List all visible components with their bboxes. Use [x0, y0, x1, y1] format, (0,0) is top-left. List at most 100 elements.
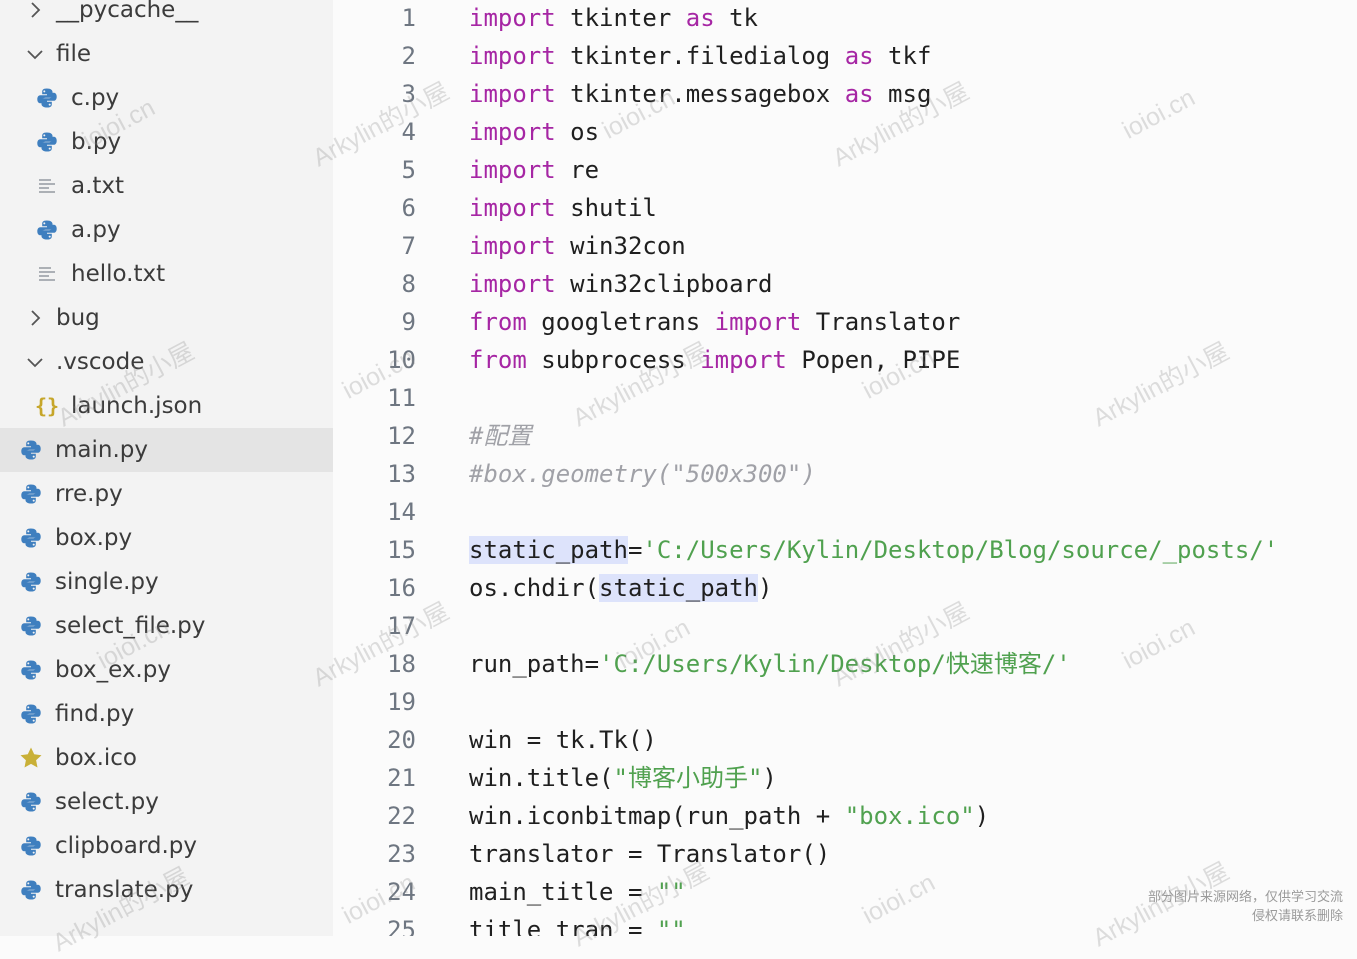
code-token: shutil: [555, 194, 657, 222]
code-token: import: [469, 156, 556, 184]
explorer-item-label: box.py: [55, 525, 133, 551]
explorer-file-a-py[interactable]: a.py: [0, 208, 333, 252]
code-token: win = tk.Tk(): [469, 726, 657, 754]
code-line[interactable]: 2 import tkinter.filedialog as tkf: [333, 37, 1357, 75]
explorer-item-label: .vscode: [56, 349, 145, 375]
code-content: main_title = "": [469, 873, 686, 911]
explorer-item-label: translate.py: [55, 877, 194, 903]
line-number: 11: [387, 384, 416, 412]
code-token: as: [844, 80, 874, 108]
explorer-folder-bug[interactable]: bug: [0, 296, 333, 340]
code-line[interactable]: 9 from googletrans import Translator: [333, 303, 1357, 341]
line-number: 16: [387, 574, 416, 602]
line-number: 21: [387, 764, 416, 792]
json-file-icon: {}: [34, 394, 60, 418]
python-file-icon: [18, 657, 44, 683]
code-content: win = tk.Tk(): [469, 721, 657, 759]
code-token: static_path: [469, 536, 628, 564]
explorer-file-box-py[interactable]: box.py: [0, 516, 333, 560]
explorer-file-box-ex-py[interactable]: box_ex.py: [0, 648, 333, 692]
code-token: "": [656, 916, 686, 936]
notice-line-2: 侵权请联系删除: [1251, 909, 1343, 924]
explorer-folder-vscode[interactable]: .vscode: [0, 340, 333, 384]
python-file-icon: [18, 833, 44, 859]
code-line[interactable]: 7 import win32con: [333, 227, 1357, 265]
explorer-item-label: __pycache__: [56, 0, 199, 23]
explorer-file-a-txt[interactable]: a.txt: [0, 164, 333, 208]
code-token: import: [469, 270, 556, 298]
line-number: 3: [401, 80, 416, 108]
code-line[interactable]: 18 run_path='C:/Users/Kylin/Desktop/快速博客/…: [333, 645, 1357, 683]
notice-line-1: 部分图片来源网络，仅供学习交流: [1147, 890, 1343, 905]
explorer-file-hello-txt[interactable]: hello.txt: [0, 252, 333, 296]
file-explorer: __pycache__file c.py b.py a.txt a.py hello.tx…: [0, 0, 333, 936]
explorer-file-launch-json[interactable]: {} launch.json: [0, 384, 333, 428]
code-editor[interactable]: 1 import tkinter as tk 2 import tkinter.fil…: [333, 0, 1357, 936]
code-token: os.chdir(: [469, 574, 600, 602]
code-line[interactable]: 3 import tkinter.messagebox as msg: [333, 75, 1357, 113]
line-number: 5: [401, 156, 416, 184]
code-token: "": [656, 878, 686, 906]
line-number: 7: [401, 232, 416, 260]
copyright-notice: 部分图片来源网络，仅供学习交流 侵权请联系删除: [1148, 888, 1343, 926]
explorer-file-select-py[interactable]: select.py: [0, 780, 333, 824]
code-line[interactable]: 16 os.chdir(static_path): [333, 569, 1357, 607]
code-line[interactable]: 6 import shutil: [333, 189, 1357, 227]
code-line[interactable]: 22 win.iconbitmap(run_path + "box.ico"): [333, 797, 1357, 835]
code-line[interactable]: 1 import tkinter as tk: [333, 0, 1357, 37]
code-token: win32clipboard: [555, 270, 773, 298]
code-token: 'C:/Users/Kylin/Desktop/快速博客/': [599, 650, 1071, 678]
code-line[interactable]: 13 #box.geometry("500x300"): [333, 455, 1357, 493]
code-line[interactable]: 21 win.title("博客小助手"): [333, 759, 1357, 797]
code-line[interactable]: 10 from subprocess import Popen, PIPE: [333, 341, 1357, 379]
code-token: msg: [873, 80, 932, 108]
explorer-item-label: launch.json: [71, 393, 203, 419]
explorer-file-b-py[interactable]: b.py: [0, 120, 333, 164]
code-line[interactable]: 23 translator = Translator(): [333, 835, 1357, 873]
code-token: tkinter.messagebox: [555, 80, 845, 108]
text-file-icon: [34, 261, 60, 287]
explorer-folder-file[interactable]: file: [0, 32, 333, 76]
star-icon: [18, 745, 44, 771]
code-line[interactable]: 12 #配置: [333, 417, 1357, 455]
code-line[interactable]: 5 import re: [333, 151, 1357, 189]
explorer-file-rre-py[interactable]: rre.py: [0, 472, 333, 516]
code-line[interactable]: 14: [333, 493, 1357, 531]
code-token: os: [555, 118, 600, 146]
explorer-item-label: select.py: [55, 789, 159, 815]
explorer-file-clipboard-py[interactable]: clipboard.py: [0, 824, 333, 868]
explorer-file-box-ico[interactable]: box.ico: [0, 736, 333, 780]
explorer-file-c-py[interactable]: c.py: [0, 76, 333, 120]
code-token: import: [469, 232, 556, 260]
explorer-item-label: c.py: [71, 85, 120, 111]
explorer-file-find-py[interactable]: find.py: [0, 692, 333, 736]
code-line[interactable]: 17: [333, 607, 1357, 645]
code-token: as: [685, 4, 715, 32]
explorer-file-translate-py[interactable]: translate.py: [0, 868, 333, 912]
python-file-icon: [18, 877, 44, 903]
code-token: from: [469, 308, 527, 336]
explorer-file-select-file-py[interactable]: select_file.py: [0, 604, 333, 648]
line-number: 22: [387, 802, 416, 830]
explorer-file-main-py[interactable]: main.py: [0, 428, 333, 472]
explorer-folder-pycache[interactable]: __pycache__: [0, 0, 333, 32]
code-token: tkinter: [555, 4, 686, 32]
explorer-item-label: bug: [56, 305, 100, 331]
line-number: 6: [401, 194, 416, 222]
chevron-right-icon: [22, 0, 48, 23]
explorer-file-single-py[interactable]: single.py: [0, 560, 333, 604]
code-line[interactable]: 8 import win32clipboard: [333, 265, 1357, 303]
line-number: 18: [387, 650, 416, 678]
python-file-icon: [18, 525, 44, 551]
code-token: import: [469, 118, 556, 146]
code-line[interactable]: 20 win = tk.Tk(): [333, 721, 1357, 759]
code-line[interactable]: 19: [333, 683, 1357, 721]
code-line[interactable]: 15 static_path='C:/Users/Kylin/Desktop/Bl…: [333, 531, 1357, 569]
explorer-item-label: clipboard.py: [55, 833, 197, 859]
line-number: 24: [387, 878, 416, 906]
code-line[interactable]: 4 import os: [333, 113, 1357, 151]
line-number: 4: [401, 118, 416, 146]
code-token: #box.geometry("500x300"): [469, 460, 816, 488]
code-line[interactable]: 11: [333, 379, 1357, 417]
explorer-item-label: rre.py: [55, 481, 123, 507]
